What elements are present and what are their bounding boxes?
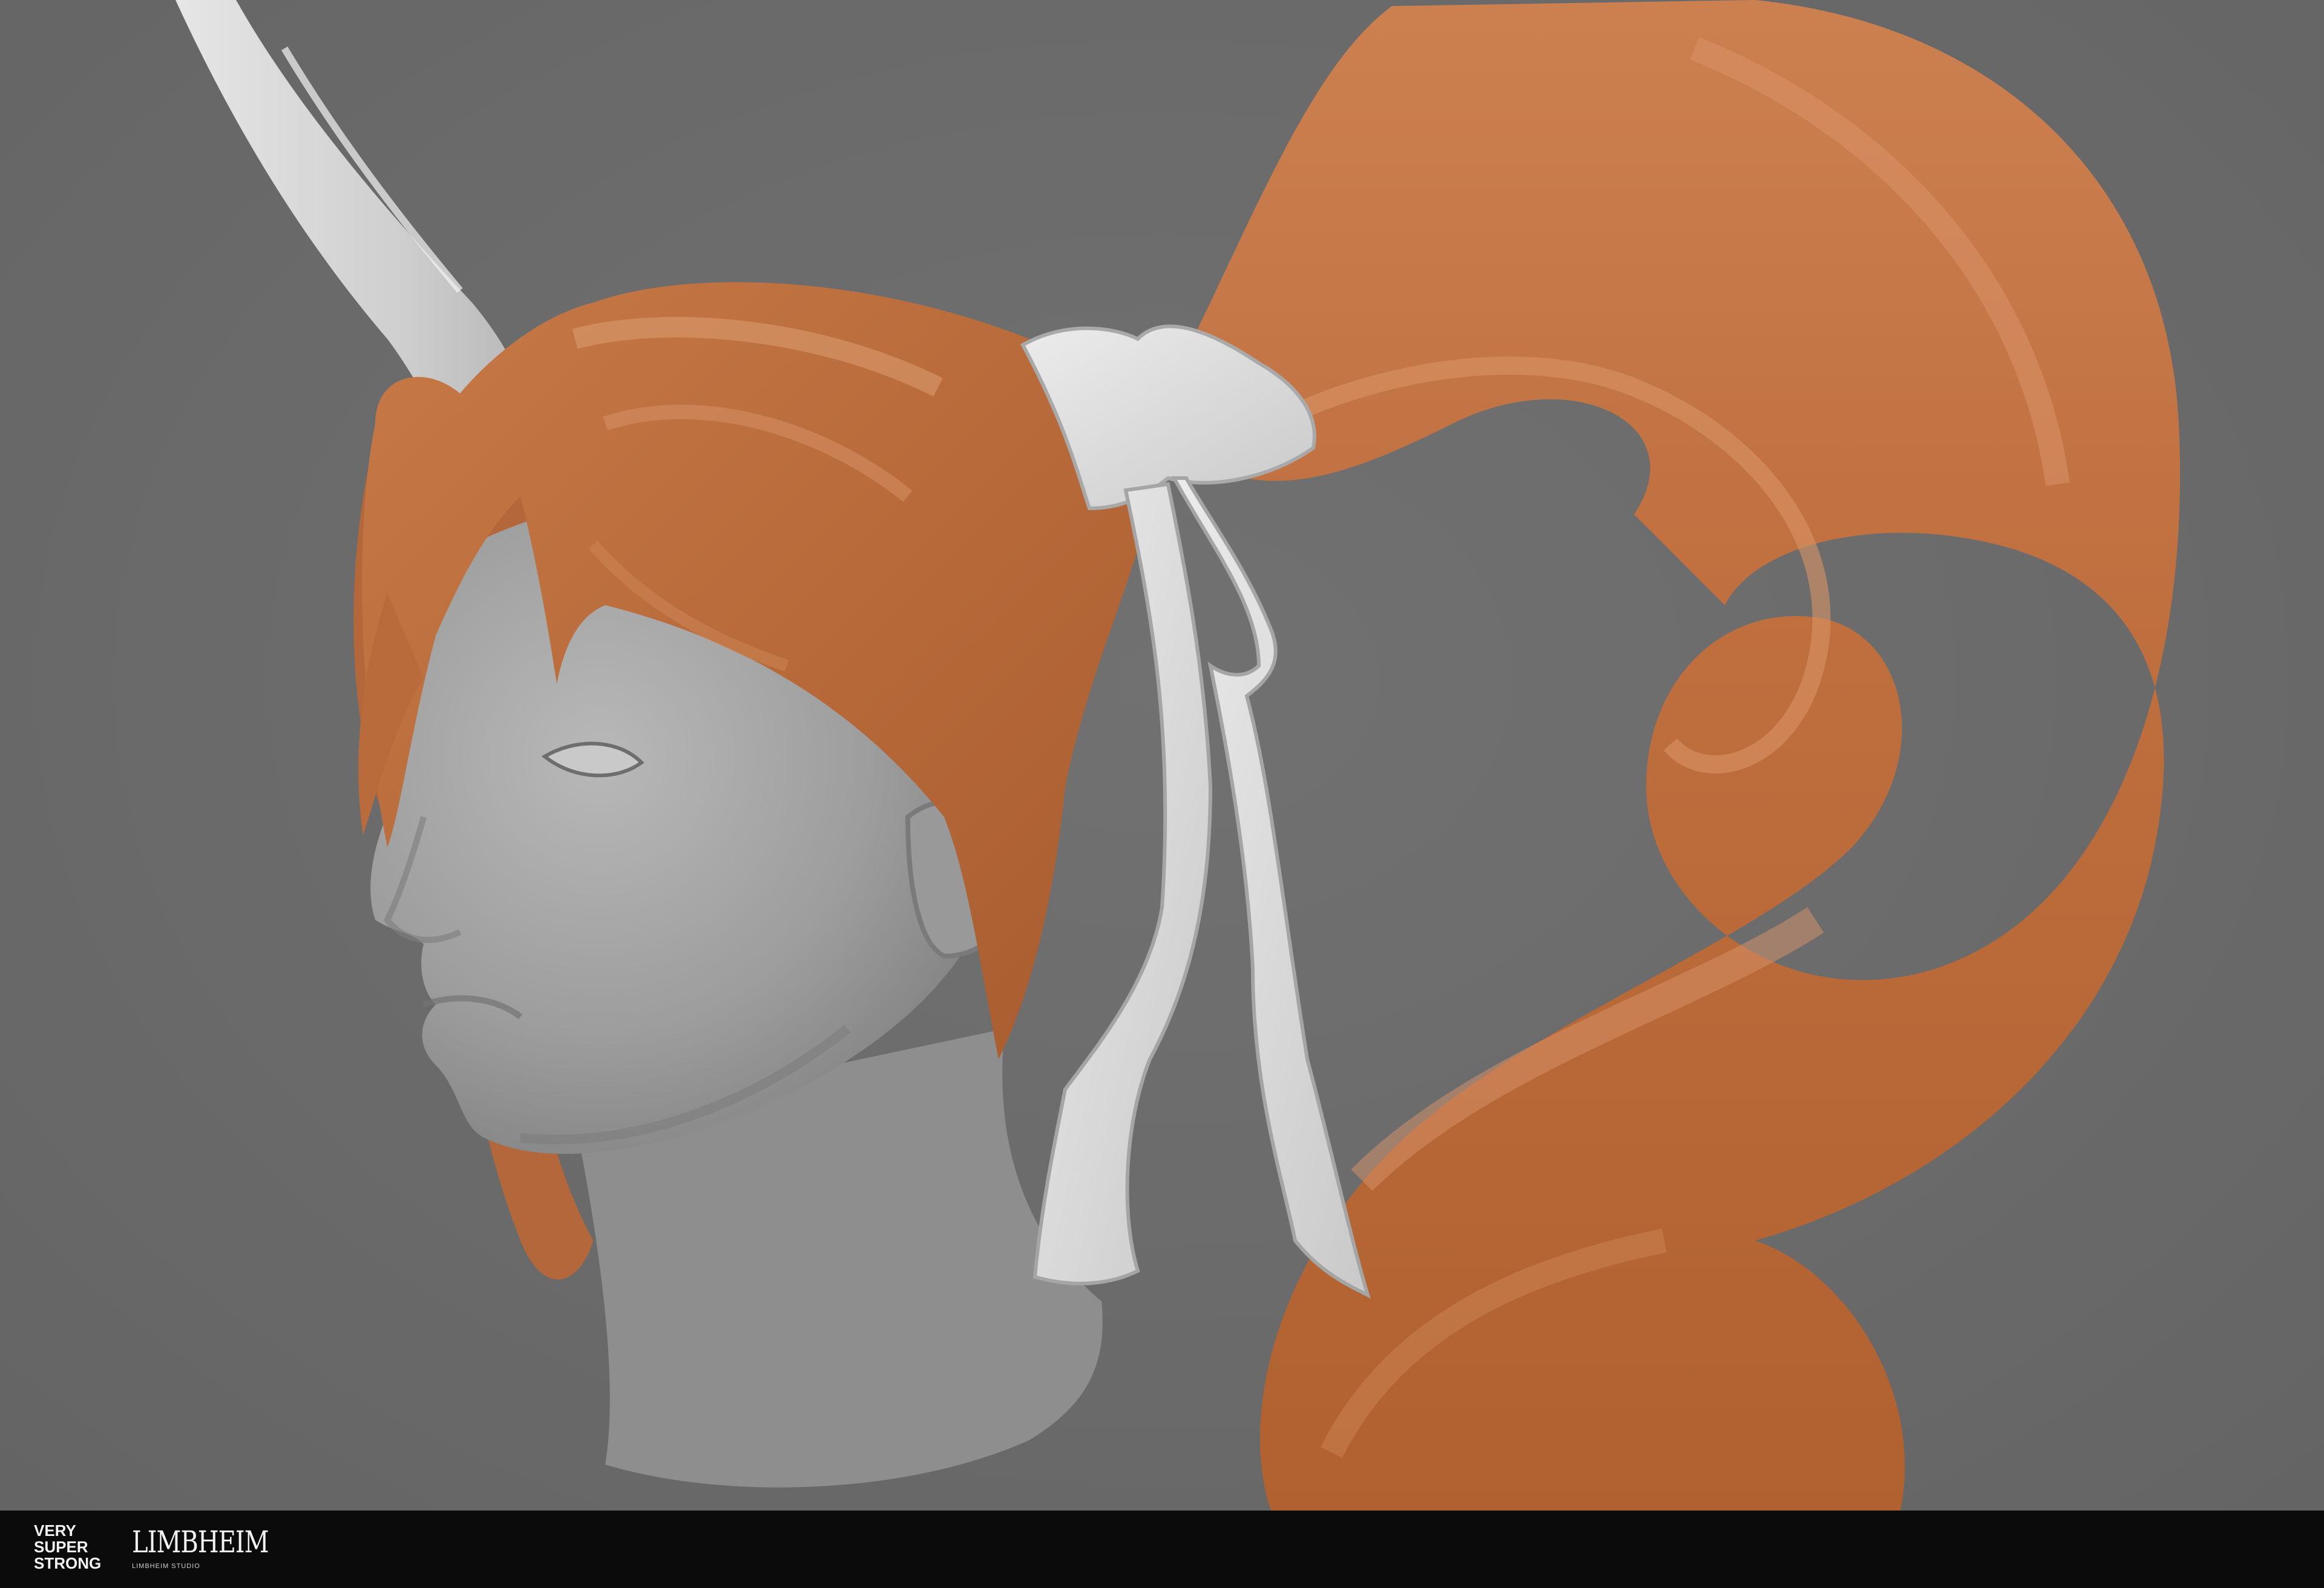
very-super-strong-logo: VERY SUPER STRONG [34, 1523, 119, 1577]
artwork-frame: VERY SUPER STRONG LIMBHEIM LIMBHEIM STUD… [0, 0, 2324, 1588]
logo-line-very: VERY [34, 1521, 76, 1540]
logo-line-super: SUPER [34, 1538, 88, 1556]
limbheim-subtitle: LIMBHEIM STUDIO [132, 1563, 200, 1570]
ponytail-mass [1150, 0, 2181, 1511]
limbheim-logo: LIMBHEIM LIMBHEIM STUDIO [132, 1523, 269, 1577]
render-viewport [0, 0, 2324, 1511]
logo-line-strong: STRONG [34, 1554, 102, 1572]
footer-bar: VERY SUPER STRONG LIMBHEIM LIMBHEIM STUD… [0, 1511, 2324, 1588]
limbheim-wordmark: LIMBHEIM [132, 1524, 269, 1560]
ponytail [1150, 0, 2181, 1511]
render-illustration [176, 0, 2181, 1511]
